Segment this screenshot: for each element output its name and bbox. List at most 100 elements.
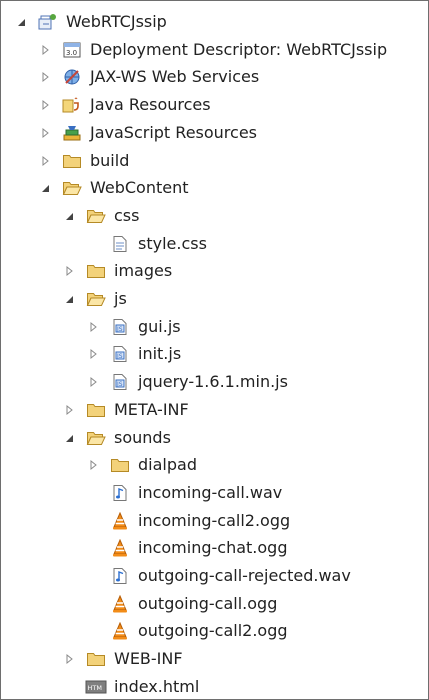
tree-item-label: WebContent (90, 178, 189, 198)
svg-text:JS: JS (116, 381, 123, 388)
svg-text:JS: JS (116, 353, 123, 360)
tree-item-label: incoming-call2.ogg (138, 510, 291, 530)
tree-item[interactable]: css (61, 203, 139, 229)
collapsed-arrow-icon[interactable] (37, 69, 53, 85)
tree-item[interactable]: outgoing-call2.ogg (85, 618, 288, 644)
tree-item[interactable]: WEB-INF (61, 646, 183, 672)
tree-item-label: Java Resources (90, 95, 211, 115)
web-services-icon (61, 67, 83, 87)
folder-open-icon (85, 428, 107, 448)
collapsed-arrow-icon[interactable] (85, 346, 101, 362)
tree-item-label: style.css (138, 233, 207, 253)
project-explorer-tree: WebRTCJssip 3.0 Deployment Descriptor: Web… (0, 0, 429, 700)
folder-icon (85, 400, 107, 420)
tree-item[interactable]: outgoing-call.ogg (85, 591, 277, 617)
tree-item[interactable]: JavaScript Resources (37, 120, 257, 146)
folder-open-icon (85, 289, 107, 309)
tree-item[interactable]: outgoing-call-rejected.wav (85, 563, 351, 589)
tree-item-label: jquery-1.6.1.min.js (138, 372, 288, 392)
tree-item-label: Deployment Descriptor: WebRTCJssip (90, 39, 388, 59)
expanded-arrow-icon[interactable] (61, 430, 77, 446)
collapsed-arrow-icon[interactable] (61, 402, 77, 418)
js-file-icon: JS (109, 317, 131, 337)
tree-item[interactable]: incoming-chat.ogg (85, 535, 287, 561)
java-resources-icon (61, 95, 83, 115)
tree-item[interactable]: WebRTCJssip (13, 9, 167, 35)
tree-item-label: init.js (138, 344, 182, 364)
tree-item-label: js (114, 289, 127, 308)
tree-item-label: outgoing-call-rejected.wav (138, 566, 351, 585)
tree-item-label: css (114, 205, 140, 225)
svg-text:HTM: HTM (88, 684, 102, 692)
tree-item[interactable]: incoming-call.wav (85, 480, 282, 506)
tree-item-label: index.html (114, 676, 200, 696)
tree-item[interactable]: JAX-WS Web Services (37, 64, 259, 90)
svg-text:3.0: 3.0 (66, 49, 77, 57)
expanded-arrow-icon[interactable] (37, 180, 53, 196)
tree-item[interactable]: WebContent (37, 175, 189, 201)
collapsed-arrow-icon[interactable] (85, 457, 101, 473)
tree-item-label: build (90, 150, 130, 170)
folder-open-icon (85, 206, 107, 226)
expanded-arrow-icon[interactable] (61, 208, 77, 224)
collapsed-arrow-icon[interactable] (37, 153, 53, 169)
collapsed-arrow-icon[interactable] (37, 125, 53, 141)
tree-item-label: META-INF (114, 399, 189, 419)
vlc-file-icon (109, 621, 131, 641)
js-file-icon: JS (109, 344, 131, 364)
tree-item-label: WebRTCJssip (66, 12, 167, 31)
tree-item[interactable]: js (61, 286, 127, 312)
expanded-arrow-icon[interactable] (13, 14, 29, 30)
tree-item-label: incoming-chat.ogg (138, 538, 288, 558)
tree-item[interactable]: JS init.js (85, 341, 181, 367)
tree-item[interactable]: sounds (61, 425, 171, 451)
tree-item[interactable]: JS gui.js (85, 314, 181, 340)
tree-item-label: outgoing-call2.ogg (138, 621, 288, 641)
folder-open-icon (61, 178, 83, 198)
folder-icon (61, 151, 83, 171)
expanded-arrow-icon[interactable] (61, 291, 77, 307)
tree-item[interactable]: dialpad (85, 452, 197, 478)
audio-file-icon (109, 483, 131, 503)
collapsed-arrow-icon[interactable] (85, 319, 101, 335)
tree-item[interactable]: META-INF (61, 397, 189, 423)
tree-item[interactable]: build (37, 148, 129, 174)
vlc-file-icon (109, 594, 131, 614)
tree-item-label: WEB-INF (114, 649, 183, 669)
tree-item-label: dialpad (138, 455, 197, 475)
collapsed-arrow-icon[interactable] (37, 97, 53, 113)
collapsed-arrow-icon[interactable] (85, 374, 101, 390)
js-file-icon: JS (109, 372, 131, 392)
folder-icon (109, 455, 131, 475)
tree-item[interactable]: incoming-call2.ogg (85, 508, 290, 534)
tree-item[interactable]: HTM index.html (61, 674, 199, 700)
tree-item-label: outgoing-call.ogg (138, 593, 278, 613)
tree-item[interactable]: Java Resources (37, 92, 211, 118)
css-file-icon (109, 234, 131, 254)
tree-item[interactable]: JS jquery-1.6.1.min.js (85, 369, 288, 395)
collapsed-arrow-icon[interactable] (37, 42, 53, 58)
tree-item[interactable]: 3.0 Deployment Descriptor: WebRTCJssip (37, 37, 387, 63)
vlc-file-icon (109, 538, 131, 558)
tree-item-label: JAX-WS Web Services (90, 67, 260, 87)
audio-file-icon (109, 566, 131, 586)
folder-icon (85, 649, 107, 669)
html-file-icon: HTM (85, 677, 107, 697)
tree-item[interactable]: style.css (85, 231, 207, 257)
tree-item-label: images (114, 261, 173, 281)
collapsed-arrow-icon[interactable] (61, 651, 77, 667)
tree-item-label: gui.js (138, 316, 181, 336)
deployment-descriptor-icon: 3.0 (61, 40, 83, 60)
tree-item-label: incoming-call.wav (138, 482, 283, 502)
collapsed-arrow-icon[interactable] (61, 263, 77, 279)
tree-item[interactable]: images (61, 258, 172, 284)
folder-icon (85, 261, 107, 281)
